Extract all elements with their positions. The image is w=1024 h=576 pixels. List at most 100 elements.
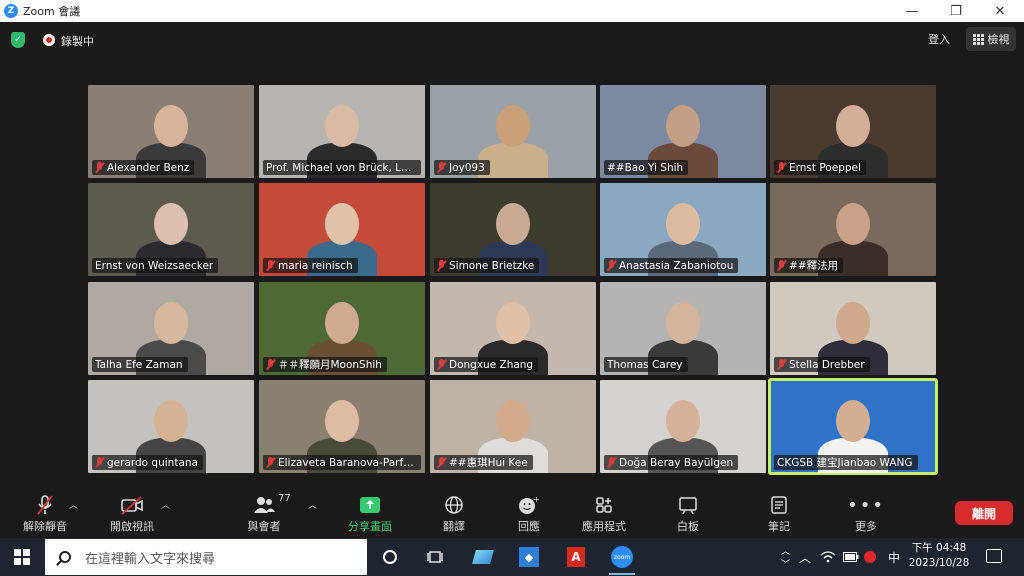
muted-mic-icon [437, 162, 446, 173]
participant-video-tile[interactable]: Alexander Benz [88, 85, 254, 178]
unmute-button[interactable]: 解除靜音 [18, 494, 72, 534]
share-screen-button[interactable]: 分享畫面 [344, 494, 396, 534]
start-video-label: 開啟視訊 [110, 520, 154, 533]
participant-video-tile[interactable]: gerardo quintana [88, 380, 254, 473]
participants-label: 與會者 [247, 520, 281, 533]
participant-head [666, 400, 700, 442]
battery-icon[interactable] [843, 538, 859, 576]
security-shield-icon[interactable]: ✓ [11, 32, 25, 48]
zoom-window: Z Zoom 會議 — ❐ ✕ ✓ 錄製中 登入 檢視 Alexander Be… [0, 0, 1024, 576]
taskbar-search-box[interactable]: 在這裡輸入文字來搜尋 [45, 539, 367, 575]
start-video-button[interactable]: 開啟視訊 [105, 494, 159, 534]
participant-head [496, 400, 530, 442]
participant-video-tile[interactable]: maria reinisch [259, 183, 425, 276]
participant-name: Stella Drebber [789, 358, 865, 371]
dropbox-app-icon[interactable]: ◆ [517, 545, 541, 569]
participant-video-tile[interactable]: Anastasia Zabaniotou [600, 183, 766, 276]
tray-scroll-arrows[interactable]: ︿ ﹀ [781, 538, 790, 576]
participant-video-tile[interactable]: CKGSB 建宝Jianbao WANG [768, 378, 938, 475]
task-view-icon[interactable] [423, 545, 447, 569]
participant-head [154, 400, 188, 442]
participant-name-tag: Thomas Carey [604, 357, 688, 372]
participant-name-tag: Dongxue Zhang [434, 357, 539, 372]
participant-name: Thomas Carey [607, 358, 683, 371]
participant-name: maria reinisch [278, 259, 353, 272]
muted-mic-icon [777, 162, 786, 173]
reactions-button[interactable]: + 回應 [510, 494, 548, 534]
muted-mic-icon [266, 260, 275, 271]
show-hidden-icons[interactable]: ︿ [799, 538, 811, 576]
maximize-button[interactable]: ❐ [934, 0, 978, 22]
participant-name: ＃＃釋願月MoonShih [278, 359, 382, 371]
whiteboard-button[interactable]: 白板 [671, 494, 705, 534]
audio-options-caret-icon[interactable]: ︿ [69, 498, 78, 511]
participant-video-tile[interactable]: Talha Efe Zaman [88, 282, 254, 375]
apps-icon [594, 494, 614, 516]
participant-video-tile[interactable]: Prof. Michael von Brück, LMU [259, 85, 425, 178]
participant-name-tag: gerardo quintana [92, 455, 203, 470]
participant-name-tag: Talha Efe Zaman [92, 357, 188, 372]
participant-video-tile[interactable]: Simone Brietzke [430, 183, 596, 276]
participant-video-tile[interactable]: Thomas Carey [600, 282, 766, 375]
participant-video-tile[interactable]: Ernst von Weizsaecker [88, 183, 254, 276]
cortana-circle-icon[interactable] [378, 545, 402, 569]
windows-start-icon[interactable] [14, 549, 30, 565]
recording-icon[interactable] [43, 34, 55, 46]
muted-mic-icon [437, 359, 446, 370]
participant-video-tile[interactable]: Joy093 [430, 85, 596, 178]
more-label: 更多 [855, 520, 877, 533]
participant-name-tag: Joy093 [434, 160, 490, 175]
zoom-app-icon[interactable]: zoom [610, 545, 634, 569]
participant-video-tile[interactable]: Ernst Poeppel [770, 85, 936, 178]
participant-name: Talha Efe Zaman [95, 358, 183, 371]
participant-head [325, 400, 359, 442]
participant-name: ##惠琪Hui Kee [449, 457, 528, 469]
participant-name-tag: Doğa Beray Bayülgen [604, 455, 739, 470]
notification-center-icon[interactable] [986, 549, 1002, 563]
participant-name: ##Bao Yi Shih [607, 161, 684, 174]
unmute-label: 解除靜音 [23, 520, 67, 533]
translate-button[interactable]: 翻譯 [436, 494, 472, 534]
participant-name-tag: Alexander Benz [92, 160, 195, 175]
video-options-caret-icon[interactable]: ︿ [161, 498, 170, 511]
login-button[interactable]: 登入 [928, 31, 950, 47]
apps-label: 應用程式 [582, 520, 626, 533]
more-button[interactable]: ••• 更多 [847, 494, 883, 534]
share-screen-icon [359, 494, 381, 516]
leave-button[interactable]: 離開 [955, 501, 1013, 525]
participant-head [836, 302, 870, 344]
apps-button[interactable]: 應用程式 [576, 494, 632, 534]
minimize-button[interactable]: — [890, 0, 934, 22]
recording-label[interactable]: 錄製中 [61, 33, 94, 49]
participant-video-tile[interactable]: Elizaveta Baranova-Parfenova [259, 380, 425, 473]
participant-head [496, 105, 530, 147]
taskbar-clock[interactable]: 下午 04:48 2023/10/28 [905, 541, 973, 571]
whiteboard-icon [678, 494, 698, 516]
participant-video-tile[interactable]: ##釋法用 [770, 183, 936, 276]
participant-video-tile[interactable]: ##惠琪Hui Kee [430, 380, 596, 473]
participant-name: Joy093 [449, 161, 485, 174]
title-bar: Z Zoom 會議 — ❐ ✕ [0, 0, 1024, 22]
input-method-indicator[interactable]: 中 [888, 538, 900, 576]
notes-button[interactable]: 筆記 [763, 494, 795, 534]
participant-video-tile[interactable]: ##Bao Yi Shih [600, 85, 766, 178]
wifi-icon[interactable] [820, 538, 836, 576]
smiley-icon: + [518, 494, 540, 516]
view-button[interactable]: 檢視 [966, 27, 1016, 51]
participant-head [836, 105, 870, 147]
participant-name: gerardo quintana [107, 456, 198, 469]
participant-head [666, 105, 700, 147]
acrobat-app-icon[interactable]: A [564, 545, 588, 569]
muted-mic-icon [95, 457, 104, 468]
participant-video-tile[interactable]: Doğa Beray Bayülgen [600, 380, 766, 473]
participant-name: Anastasia Zabaniotou [619, 259, 734, 272]
participants-options-caret-icon[interactable]: ︿ [308, 498, 317, 511]
meeting-tray-icon[interactable] [864, 538, 876, 576]
participant-video-tile[interactable]: ＃＃釋願月MoonShih [259, 282, 425, 375]
participant-name: Ernst Poeppel [789, 161, 861, 174]
close-button[interactable]: ✕ [978, 0, 1022, 22]
participant-video-tile[interactable]: Stella Drebber [770, 282, 936, 375]
participant-name-tag: ##Bao Yi Shih [604, 160, 689, 175]
participant-video-tile[interactable]: Dongxue Zhang [430, 282, 596, 375]
sticky-notes-app-icon[interactable] [471, 545, 495, 569]
